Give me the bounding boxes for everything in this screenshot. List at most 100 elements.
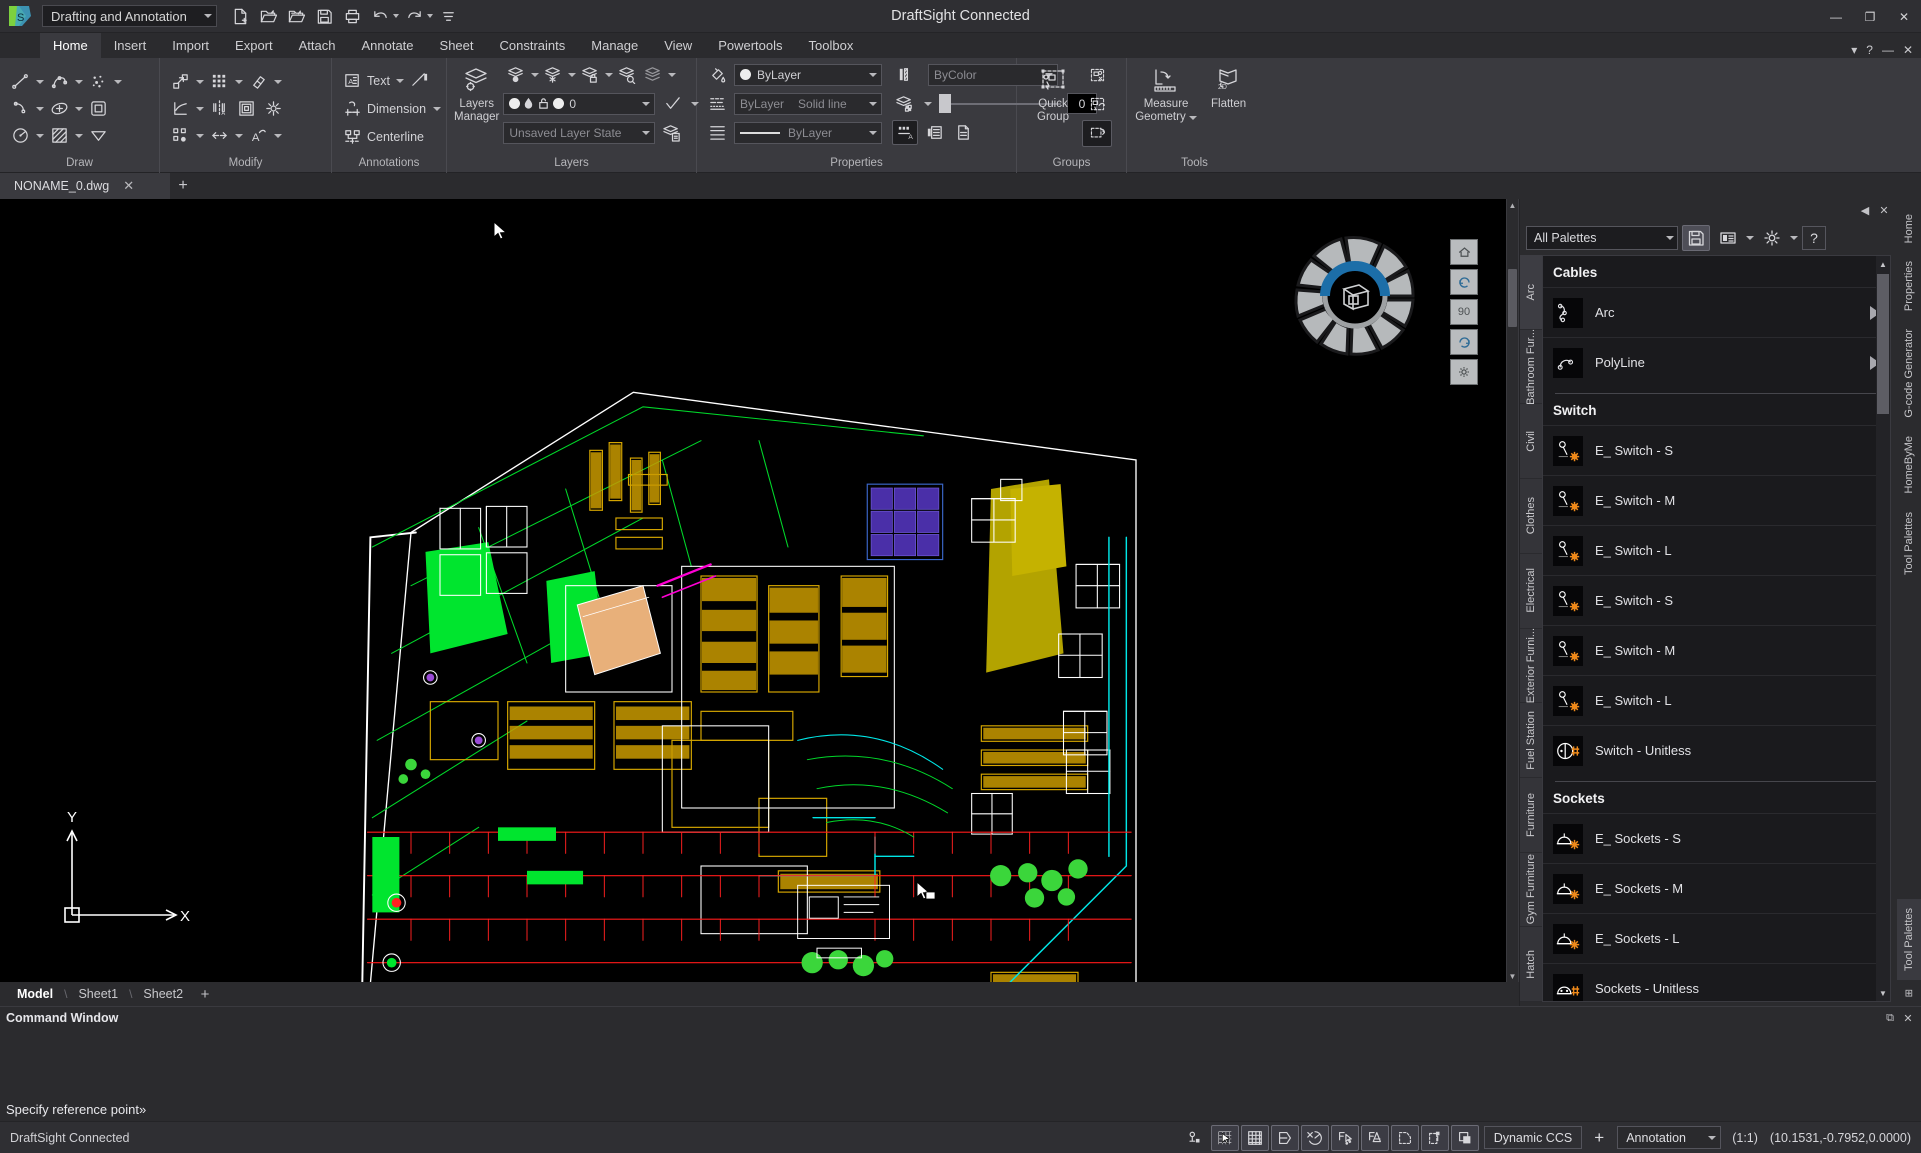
dynamic-ccs-button[interactable]: Dynamic CCS [1483,1126,1583,1149]
command-history[interactable] [0,1029,1921,1097]
hatch-tool-icon[interactable] [46,123,72,148]
rotate-cw-button[interactable] [1450,329,1478,355]
redo-icon[interactable] [401,3,427,29]
palette-tab-electrical[interactable]: Electrical [1520,554,1542,629]
dock-tab-homebyme[interactable]: HomeByMe [1897,427,1921,502]
tab-home[interactable]: Home [40,33,101,58]
palette-item-sockets-m[interactable]: E_ Sockets - M [1543,863,1890,913]
circle-tool-icon[interactable] [7,123,33,148]
tab-export[interactable]: Export [222,33,286,58]
navigation-settings-button[interactable] [1450,359,1478,385]
ungroup-icon[interactable] [1082,62,1112,89]
maximize-button[interactable]: ❐ [1853,0,1887,33]
properties-list-icon[interactable]: A [892,120,918,145]
dock-expand-icon[interactable]: ⊞ [1897,980,1921,1006]
tab-attach[interactable]: Attach [286,33,349,58]
close-icon[interactable]: ✕ [119,178,138,194]
palette-tab-fuel-station[interactable]: Fuel Station [1520,703,1542,778]
drawing-canvas[interactable]: PLANTA ARQUITECTONICA [0,199,1519,982]
add-sheet-button[interactable]: + [194,982,216,1006]
palette-item-sockets-unitless[interactable]: Sockets - Unitless [1543,963,1890,1001]
tab-manage[interactable]: Manage [578,33,651,58]
group-edit-icon[interactable] [1082,91,1112,118]
tab-constraints[interactable]: Constraints [487,33,579,58]
help-icon[interactable]: ? [1866,43,1873,57]
palette-scroll-thumb[interactable] [1877,274,1889,414]
dimension-tool-button[interactable]: Dimension [339,96,430,121]
redo-dropdown-icon[interactable] [427,14,433,18]
polygon-tool-icon[interactable] [85,96,111,121]
properties-panel-icon[interactable] [921,120,947,145]
palette-item-switch-m-1[interactable]: E_ Switch - M [1543,475,1890,525]
document-tab[interactable]: NONAME_0.dwg ✕ [0,173,170,199]
palette-selector[interactable]: All Palettes [1526,226,1678,250]
palette-view-icon[interactable] [1714,225,1742,251]
palette-settings-dropdown-icon[interactable] [1790,236,1798,240]
scroll-up-arrow-icon[interactable]: ▲ [1507,199,1518,211]
open-sheet-icon[interactable] [283,3,309,29]
trim-dropdown-icon[interactable] [194,96,205,121]
add-status-item-button[interactable]: + [1586,1125,1612,1151]
dimension-dropdown-icon[interactable] [431,96,442,121]
layer-freeze-dropdown-icon[interactable] [566,62,577,87]
current-layer-combo[interactable]: 0 [503,92,656,115]
tab-sheet[interactable]: Sheet [427,33,487,58]
quick-properties-icon[interactable] [1420,1124,1449,1151]
tab-toolbox[interactable]: Toolbox [796,33,867,58]
measure-geometry-button[interactable]: Measure Geometry [1134,62,1198,146]
linestyle-dropdown-icon[interactable] [867,101,879,106]
minimize-button[interactable]: — [1819,0,1853,33]
text-dropdown-icon[interactable] [395,68,406,93]
palette-tab-civil[interactable]: Civil [1520,404,1542,480]
reference-point-icon[interactable] [1181,1125,1209,1151]
move-tool-icon[interactable] [167,69,193,94]
linestyle-combo[interactable]: ByLayer Solid line [734,92,882,115]
palette-item-sockets-l[interactable]: E_ Sockets - L [1543,913,1890,963]
color-combo[interactable]: ByLayer [734,63,882,86]
tab-annotate[interactable]: Annotate [348,33,426,58]
explode-tool-icon[interactable] [260,96,286,121]
palette-item-list[interactable]: Cables Arc PolyLine Switch E_ Switch - S… [1542,255,1891,1002]
current-layer-dropdown-icon[interactable] [640,101,652,106]
color-picker-icon[interactable] [704,62,730,87]
close-button[interactable]: ✕ [1887,0,1921,33]
esnap-icon[interactable] [1330,1124,1359,1151]
palette-tab-bathroom-furniture[interactable]: Bathroom Fur... [1520,329,1542,404]
palette-item-arc[interactable]: Arc [1543,287,1890,337]
line-dropdown-icon[interactable] [34,69,45,94]
hatch-dropdown-icon[interactable] [73,123,84,148]
sheet-tab-model[interactable]: Model [6,982,64,1006]
gradient-tool-icon[interactable] [85,123,111,148]
transparency-icon[interactable] [892,91,918,116]
palette-item-polyline[interactable]: PolyLine [1543,337,1890,387]
sheet-tab-sheet2[interactable]: Sheet2 [132,982,194,1006]
palette-item-switch-m-2[interactable]: E_ Switch - M [1543,625,1890,675]
erase-tool-icon[interactable] [245,69,271,94]
palette-item-switch-s-2[interactable]: E_ Switch - S [1543,575,1890,625]
palette-settings-icon[interactable] [1758,225,1786,251]
erase-dropdown-icon[interactable] [272,69,283,94]
palette-tab-arc[interactable]: Arc [1520,255,1542,330]
dock-tab-tool-palettes-active[interactable]: Tool Palettes [1897,898,1921,980]
palette-item-switch-unitless[interactable]: Switch - Unitless [1543,725,1890,775]
layer-inspect-icon[interactable] [614,62,640,87]
palette-scrollbar[interactable]: ▲ ▼ [1876,256,1890,1001]
line-tool-icon[interactable] [7,69,33,94]
linestyle-icon[interactable] [704,91,730,116]
undo-dropdown-icon[interactable] [393,14,399,18]
layer-lock-dropdown-icon[interactable] [603,62,614,87]
new-document-button[interactable]: + [170,173,196,199]
palette-item-switch-l-2[interactable]: E_ Switch - L [1543,675,1890,725]
spline-tool-icon[interactable] [46,69,72,94]
layer-visibility-icon[interactable] [503,62,529,87]
sheet-tab-sheet1[interactable]: Sheet1 [67,982,129,1006]
palette-help-icon[interactable]: ? [1802,226,1826,250]
edit-text-dropdown-icon[interactable] [272,123,283,148]
close-command-icon[interactable]: ✕ [1899,1009,1917,1027]
command-prompt[interactable]: Specify reference point» [0,1097,1921,1121]
measure-dropdown-icon[interactable] [1188,116,1197,120]
scroll-thumb[interactable] [1508,269,1517,327]
close-palette-icon[interactable]: ✕ [1876,202,1892,218]
dock-tab-home[interactable]: Home [1897,205,1921,252]
layer-visibility-dropdown-icon[interactable] [529,62,540,87]
